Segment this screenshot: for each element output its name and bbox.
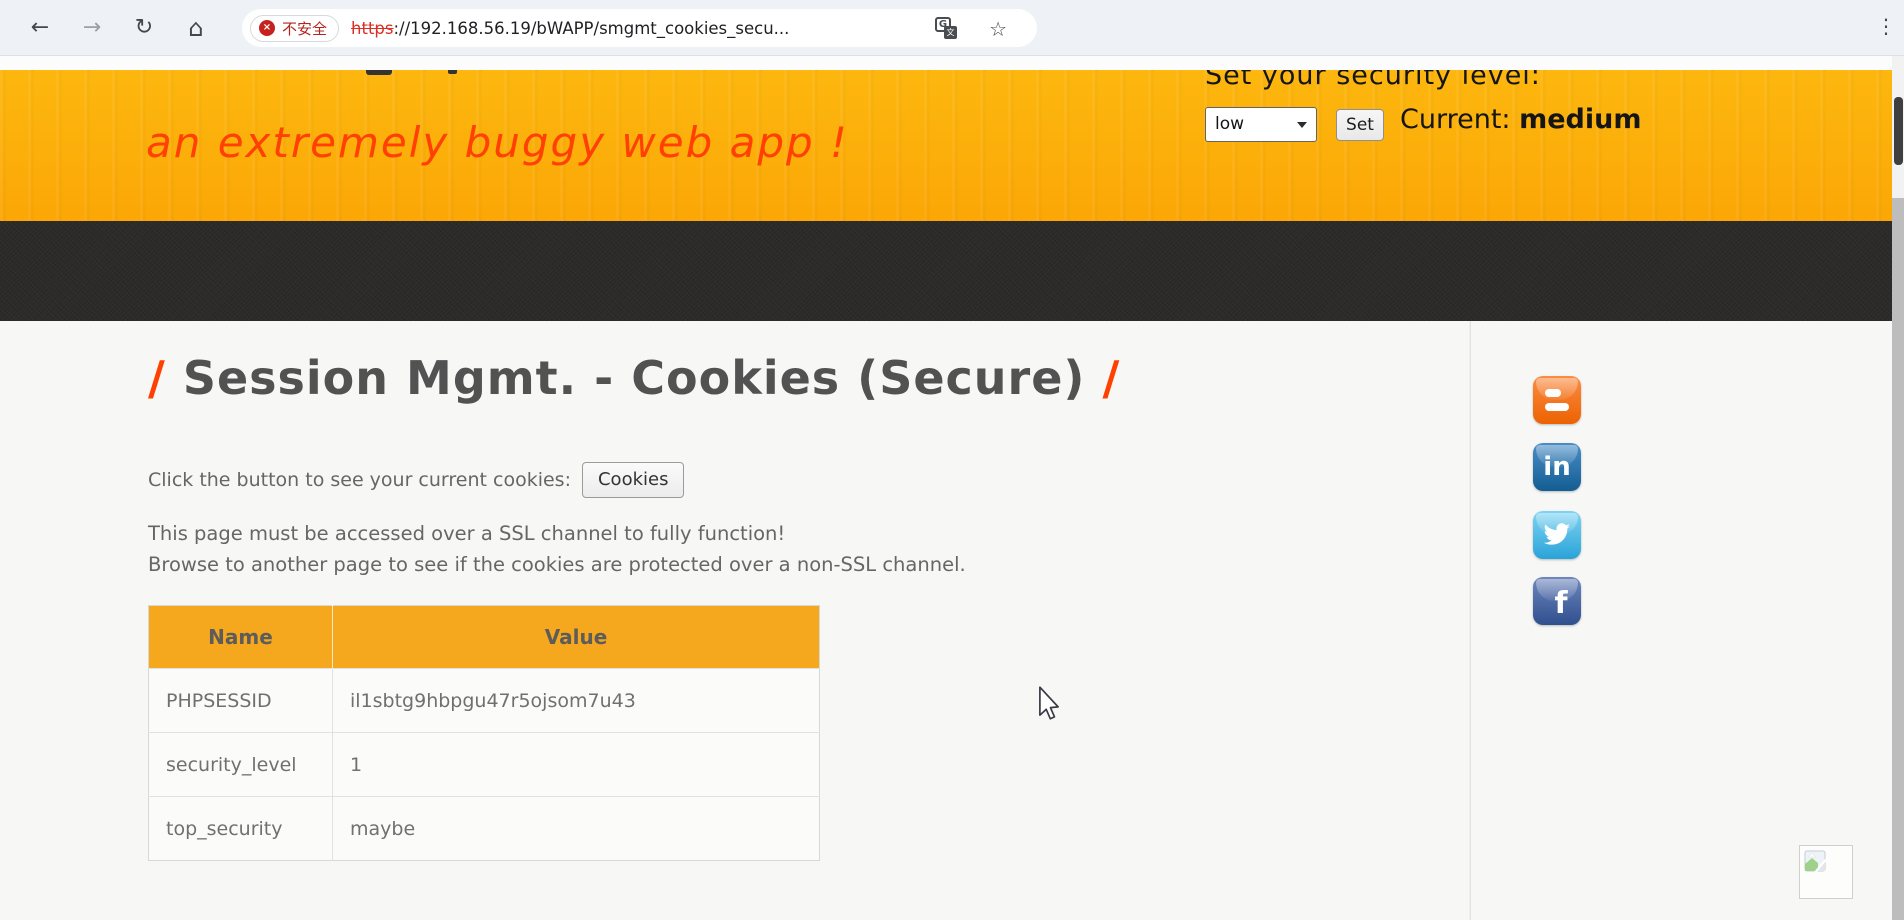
broken-image: [1799, 845, 1853, 899]
home-icon[interactable]: ⌂: [180, 13, 212, 45]
column-header-value: Value: [332, 605, 820, 669]
translate-icon[interactable]: G 文: [935, 17, 957, 39]
facebook-icon[interactable]: f: [1533, 577, 1581, 625]
browser-menu-icon[interactable]: ⋮: [1874, 14, 1898, 38]
table-header-row: Name Value: [148, 605, 820, 669]
chevron-down-icon: [1297, 122, 1307, 128]
table-row: PHPSESSID il1sbtg9hbpgu47r5ojsom7u43: [148, 668, 820, 733]
back-icon[interactable]: ←: [24, 13, 56, 45]
url-text: https://192.168.56.19/bWAPP/smgmt_cookie…: [351, 19, 789, 38]
column-header-name: Name: [148, 605, 333, 669]
logo-remnant: [366, 70, 392, 75]
url-scheme: https: [351, 18, 394, 38]
title-slash: /: [1102, 351, 1121, 405]
main-content: / Session Mgmt. - Cookies (Secure) / Cli…: [0, 321, 1892, 920]
screen: ← → ↻ ⌂ × 不安全 https://192.168.56.19/bWAP…: [0, 0, 1904, 920]
security-level-selected-value: low: [1215, 114, 1245, 134]
url-rest: ://192.168.56.19/bWAPP/smgmt_cookies_sec…: [393, 18, 790, 38]
cookies-prompt: Click the button to see your current coo…: [148, 469, 571, 491]
mouse-cursor-icon: [1039, 686, 1059, 720]
linkedin-icon[interactable]: in: [1533, 443, 1581, 491]
scrollbar-track[interactable]: [1892, 56, 1904, 920]
logo-remnant: [448, 70, 457, 74]
cookie-value: maybe: [332, 796, 820, 861]
set-security-button[interactable]: Set: [1336, 109, 1384, 141]
page-title-text: Session Mgmt. - Cookies (Secure): [182, 351, 1086, 405]
not-secure-badge-icon: ×: [259, 20, 275, 36]
content-divider: [1470, 321, 1471, 920]
not-secure-label: 不安全: [282, 19, 328, 38]
current-label: Current:: [1400, 104, 1511, 135]
blogger-icon[interactable]: [1533, 376, 1581, 424]
not-secure-chip[interactable]: × 不安全: [250, 14, 340, 42]
cookie-value: il1sbtg9hbpgu47r5ojsom7u43: [332, 668, 820, 733]
ssl-info: This page must be accessed over a SSL ch…: [148, 518, 966, 580]
cookie-value: 1: [332, 732, 820, 797]
browser-toolbar: ← → ↻ ⌂ × 不安全 https://192.168.56.19/bWAP…: [0, 0, 1904, 56]
broken-image-icon: [1804, 850, 1826, 872]
ssl-line-1: This page must be accessed over a SSL ch…: [148, 522, 786, 545]
forward-icon[interactable]: →: [76, 13, 108, 45]
app-banner: an extremely buggy web app ! Set your se…: [0, 70, 1892, 221]
reload-icon[interactable]: ↻: [128, 13, 160, 45]
cookies-table: Name Value PHPSESSID il1sbtg9hbpgu47r5oj…: [148, 605, 820, 861]
security-level-select[interactable]: low: [1205, 107, 1317, 142]
cookie-name: security_level: [148, 732, 333, 797]
page-title: / Session Mgmt. - Cookies (Secure) /: [148, 351, 1120, 405]
scrollbar-thumb[interactable]: [1893, 97, 1903, 165]
ssl-line-2: Browse to another page to see if the coo…: [148, 553, 966, 576]
bookmark-star-icon[interactable]: ☆: [989, 17, 1007, 41]
cookie-name: PHPSESSID: [148, 668, 333, 733]
main-navbar: Bugs Change Password Create User Set Sec…: [0, 221, 1892, 506]
twitter-icon[interactable]: [1533, 511, 1581, 559]
title-slash: /: [148, 351, 166, 405]
cookie-name: top_security: [148, 796, 333, 861]
address-bar[interactable]: × 不安全 https://192.168.56.19/bWAPP/smgmt_…: [242, 9, 1037, 47]
table-row: top_security maybe: [148, 796, 820, 861]
table-row: security_level 1: [148, 732, 820, 797]
page-top-strip: [0, 56, 1892, 70]
app-tagline: an extremely buggy web app !: [146, 118, 849, 167]
cookies-button[interactable]: Cookies: [581, 462, 685, 498]
current-level: Current: medium: [1400, 104, 1642, 135]
current-value: medium: [1519, 104, 1642, 135]
cookies-row: Click the button to see your current coo…: [148, 462, 685, 498]
security-level-label: Set your security level:: [1205, 70, 1541, 91]
